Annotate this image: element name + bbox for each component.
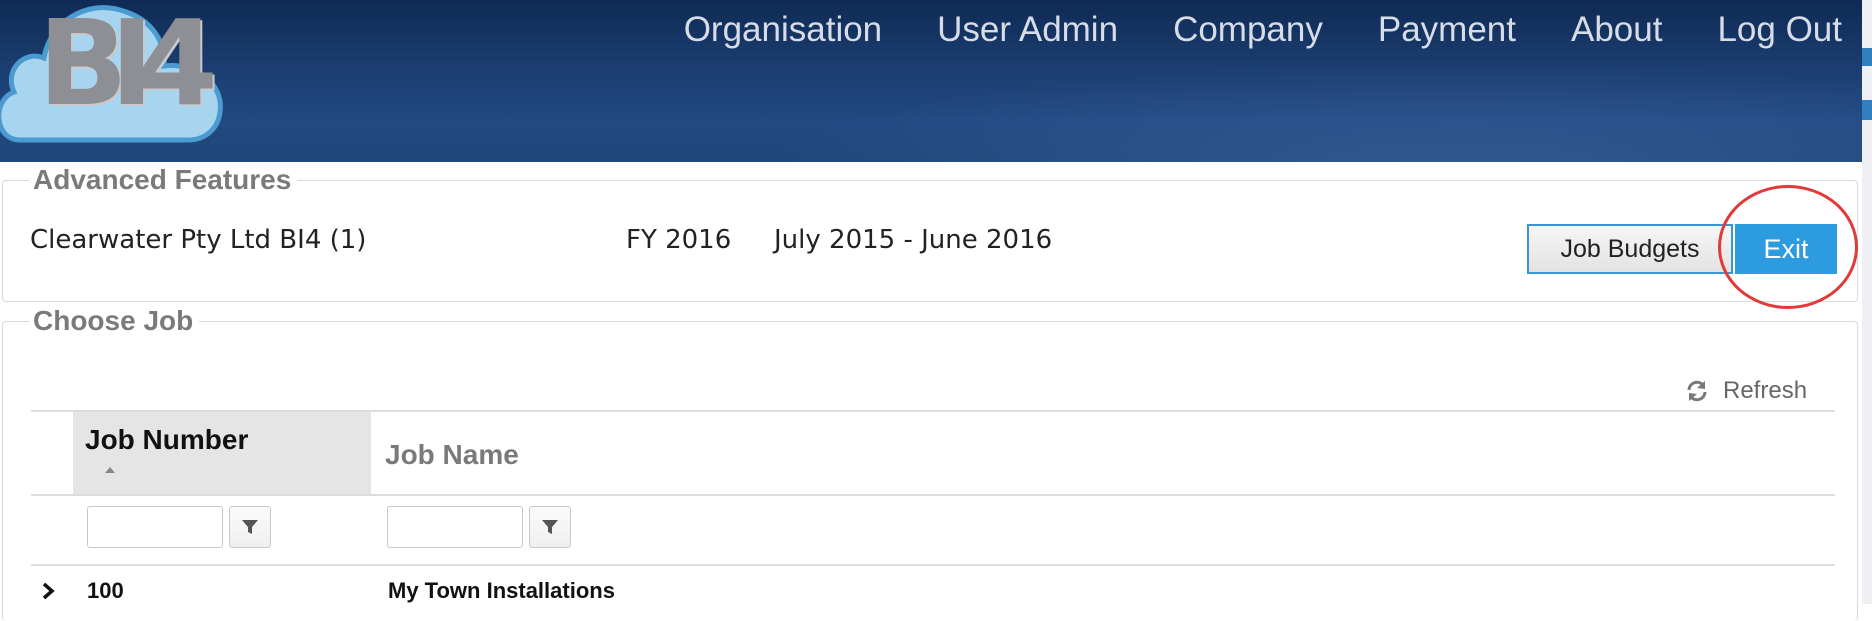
nav-company[interactable]: Company bbox=[1173, 10, 1323, 50]
column-label-job-name: Job Name bbox=[385, 439, 519, 470]
job-number-cell: 100 bbox=[87, 578, 124, 603]
refresh-icon bbox=[1687, 380, 1707, 402]
job-name-cell: My Town Installations bbox=[388, 578, 615, 603]
grid-header: Job Number Job Name bbox=[31, 410, 1835, 496]
nav-user-admin[interactable]: User Admin bbox=[937, 10, 1118, 50]
logo-text: BI4 bbox=[38, 0, 218, 132]
refresh-button[interactable]: Refresh bbox=[1685, 377, 1807, 405]
nav-organisation[interactable]: Organisation bbox=[684, 10, 882, 50]
column-header-job-name[interactable]: Job Name bbox=[371, 412, 971, 494]
column-label-job-number: Job Number bbox=[85, 424, 249, 455]
job-name-filter-input[interactable] bbox=[387, 506, 523, 548]
job-budgets-button[interactable]: Job Budgets bbox=[1527, 224, 1733, 274]
edge-marker bbox=[1862, 100, 1872, 120]
nav-about[interactable]: About bbox=[1571, 10, 1662, 50]
choose-job-legend: Choose Job bbox=[29, 305, 200, 337]
refresh-label: Refresh bbox=[1723, 377, 1808, 404]
job-number-filter-input[interactable] bbox=[87, 506, 223, 548]
nav-payment[interactable]: Payment bbox=[1378, 10, 1516, 50]
window-edge-strip bbox=[1862, 0, 1872, 604]
advanced-features-legend: Advanced Features bbox=[29, 164, 298, 196]
filter-icon bbox=[242, 520, 258, 534]
nav-log-out[interactable]: Log Out bbox=[1717, 10, 1842, 50]
filter-icon bbox=[542, 520, 558, 534]
table-row[interactable]: 100 My Town Installations bbox=[31, 566, 1835, 614]
jobs-grid: Job Number Job Name 100 My Town Installa… bbox=[31, 410, 1835, 614]
job-name-filter-button[interactable] bbox=[529, 506, 571, 548]
column-header-job-number[interactable]: Job Number bbox=[73, 412, 371, 494]
edge-marker bbox=[1862, 48, 1872, 66]
financial-period: July 2015 - June 2016 bbox=[774, 225, 1053, 255]
financial-year: FY 2016 bbox=[626, 225, 732, 255]
exit-button[interactable]: Exit bbox=[1733, 224, 1837, 274]
filter-row bbox=[31, 496, 1835, 566]
app-header: BI4 Organisation User Admin Company Paym… bbox=[0, 0, 1862, 162]
chevron-right-icon[interactable] bbox=[41, 582, 57, 600]
main-nav: Organisation User Admin Company Payment … bbox=[629, 10, 1842, 50]
advanced-features-section: Advanced Features Clearwater Pty Ltd BI4… bbox=[2, 164, 1858, 302]
job-number-filter-button[interactable] bbox=[229, 506, 271, 548]
company-name: Clearwater Pty Ltd BI4 (1) bbox=[30, 225, 367, 255]
sort-asc-icon bbox=[105, 467, 115, 473]
choose-job-section: Choose Job Refresh Job Number Job Name 1… bbox=[2, 305, 1858, 621]
